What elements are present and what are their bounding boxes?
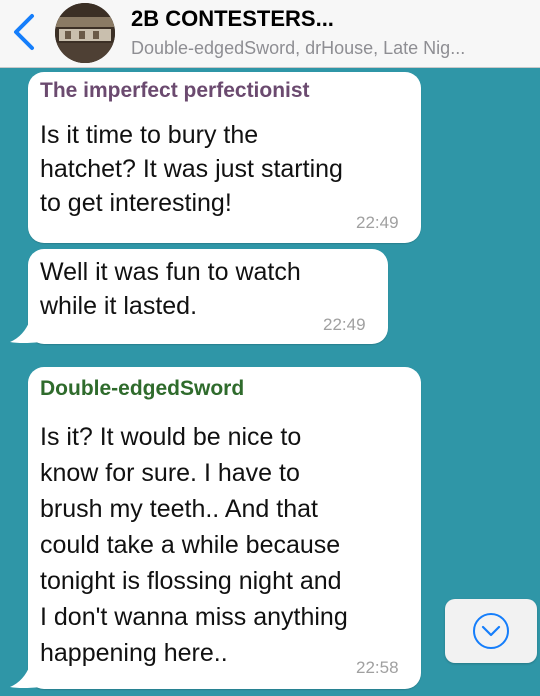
message-line: Is it? It would be nice to <box>40 423 302 451</box>
message-timestamp: 22:58 <box>356 658 399 677</box>
message-sender: Double-edgedSword <box>40 377 245 400</box>
message-text: Well it was fun to watch while it lasted… <box>40 255 301 323</box>
message-line: Is it time to bury the <box>40 121 259 149</box>
message-bubble[interactable]: Double-edgedSword Is it? It would be nic… <box>28 367 421 689</box>
scroll-to-bottom-button[interactable] <box>445 599 537 663</box>
message-line: Well it was fun to watch <box>40 258 301 286</box>
message-text: Is it? It would be nice to know for sure… <box>40 419 348 671</box>
group-avatar[interactable] <box>55 3 115 63</box>
message-bubble[interactable]: The imperfect perfectionist Is it time t… <box>28 72 421 243</box>
message-line: tonight is flossing night and <box>40 567 342 595</box>
chat-header: 2B CONTESTERS... Double-edgedSword, drHo… <box>0 0 540 68</box>
message-line: while it lasted. <box>40 292 198 320</box>
message-timestamp: 22:49 <box>323 315 366 334</box>
bubble-tail <box>10 320 40 343</box>
chat-title[interactable]: 2B CONTESTERS... <box>131 6 334 32</box>
message-bubble[interactable]: Well it was fun to watch while it lasted… <box>28 249 388 344</box>
message-sender: The imperfect perfectionist <box>40 79 310 102</box>
chat-participants[interactable]: Double-edgedSword, drHouse, Late Nig... <box>131 38 465 59</box>
message-timestamp: 22:49 <box>356 213 399 232</box>
message-line: could take a while because <box>40 531 341 559</box>
chevron-down-circle-icon <box>473 613 509 649</box>
message-text: Is it time to bury the hatchet? It was j… <box>40 118 343 220</box>
group-avatar-image <box>55 3 115 63</box>
bubble-tail <box>10 665 40 688</box>
back-button[interactable] <box>6 10 46 54</box>
message-line: hatchet? It was just starting <box>40 155 343 183</box>
message-line: know for sure. I have to <box>40 459 300 487</box>
message-line: happening here.. <box>40 639 228 667</box>
chevron-left-icon <box>14 14 34 50</box>
message-line: brush my teeth.. And that <box>40 495 318 523</box>
message-line: to get interesting! <box>40 189 232 217</box>
message-line: I don't wanna miss anything <box>40 603 348 631</box>
